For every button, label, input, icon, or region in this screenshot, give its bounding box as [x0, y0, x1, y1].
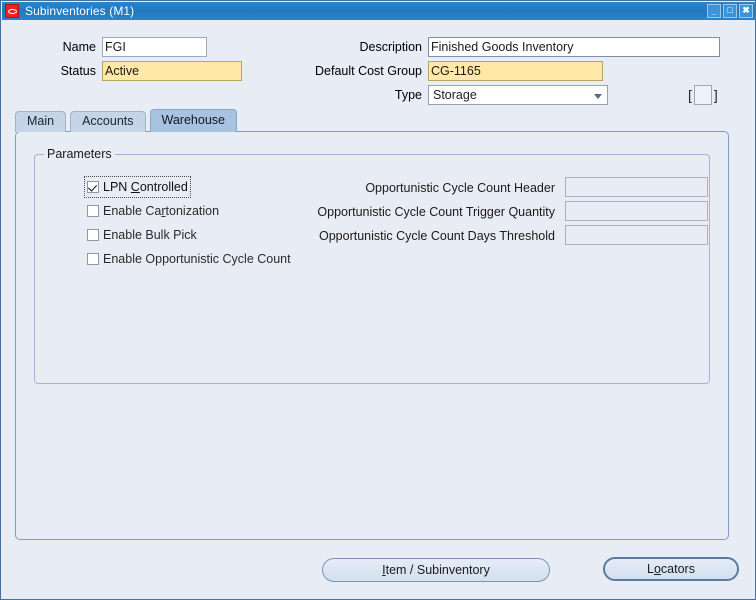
- occ-days-threshold-label: Opportunistic Cycle Count Days Threshold: [319, 229, 555, 243]
- lpn-label-pre: LPN: [103, 180, 131, 194]
- flexfield-open-bracket: [: [688, 87, 692, 103]
- lpn-label-mnemonic: C: [130, 180, 140, 194]
- item-subinventory-button[interactable]: Item / Subinventory: [322, 558, 550, 582]
- descriptive-flexfield[interactable]: [ ]: [688, 85, 718, 105]
- checkbox-enable-opportunistic-cycle-count-box[interactable]: [87, 253, 99, 265]
- checkbox-lpn-controlled-box[interactable]: [87, 181, 99, 193]
- type-label: Type: [394, 88, 422, 102]
- locators-mnemonic: o: [653, 562, 661, 576]
- minimize-button[interactable]: _: [707, 4, 721, 18]
- tab-warehouse[interactable]: Warehouse: [149, 109, 237, 132]
- title-bar[interactable]: Subinventories (M1) _ □ ✖: [2, 2, 755, 20]
- type-dropdown[interactable]: Storage: [428, 85, 608, 105]
- locators-pre: L: [647, 562, 654, 576]
- window-title: Subinventories (M1): [25, 4, 135, 18]
- checkbox-enable-opportunistic-cycle-count-label: Enable Opportunistic Cycle Count: [103, 252, 291, 266]
- checkbox-lpn-controlled-label: LPN Controlled: [103, 180, 188, 194]
- description-input[interactable]: [428, 37, 720, 57]
- subinventories-window: Subinventories (M1) _ □ ✖ Name Status De…: [0, 0, 756, 600]
- checkbox-enable-cartonization[interactable]: Enable Cartonization: [87, 203, 219, 219]
- chevron-down-icon: [592, 89, 605, 102]
- locators-button[interactable]: Locators: [603, 557, 739, 581]
- minimize-icon: _: [711, 6, 717, 16]
- default-cost-group-label: Default Cost Group: [315, 64, 422, 78]
- close-button[interactable]: ✖: [739, 4, 753, 18]
- flexfield-box[interactable]: [693, 85, 712, 105]
- checkbox-enable-bulk-pick-label: Enable Bulk Pick: [103, 228, 197, 242]
- name-input[interactable]: [102, 37, 207, 57]
- flexfield-close-bracket: ]: [713, 87, 718, 103]
- locators-post: cators: [660, 562, 695, 576]
- checkbox-enable-bulk-pick[interactable]: Enable Bulk Pick: [87, 227, 197, 243]
- occ-days-threshold-input[interactable]: [565, 225, 708, 245]
- cartonization-label-pre: Enable Ca: [103, 204, 162, 218]
- checkbox-lpn-controlled[interactable]: LPN Controlled: [84, 176, 191, 198]
- title-bar-buttons: _ □ ✖: [707, 4, 753, 18]
- checkbox-enable-opportunistic-cycle-count[interactable]: Enable Opportunistic Cycle Count: [87, 251, 291, 267]
- occ-header-label: Opportunistic Cycle Count Header: [365, 181, 555, 195]
- oracle-logo-icon: [5, 4, 19, 18]
- item-subinventory-post: tem / Subinventory: [385, 563, 490, 577]
- checkbox-enable-cartonization-label: Enable Cartonization: [103, 204, 219, 218]
- parameters-group: Parameters LPN Controlled Enable Cartoni…: [34, 147, 710, 384]
- tab-bar: Main Accounts Warehouse: [15, 109, 241, 132]
- occ-trigger-quantity-label: Opportunistic Cycle Count Trigger Quanti…: [317, 205, 555, 219]
- tab-main-label: Main: [27, 114, 55, 128]
- tab-warehouse-label: Warehouse: [161, 113, 225, 127]
- occ-header-input[interactable]: [565, 177, 708, 197]
- close-icon: ✖: [742, 5, 750, 15]
- tab-accounts[interactable]: Accounts: [70, 111, 146, 132]
- locators-button-label: Locators: [647, 562, 695, 576]
- cartonization-label-post: tonization: [165, 204, 220, 218]
- maximize-icon: □: [727, 5, 733, 15]
- description-label: Description: [359, 40, 422, 54]
- tab-main[interactable]: Main: [15, 111, 67, 132]
- tab-accounts-label: Accounts: [82, 114, 134, 128]
- maximize-button[interactable]: □: [723, 4, 737, 18]
- parameters-group-legend: Parameters: [44, 147, 115, 161]
- warehouse-tab-panel: Parameters LPN Controlled Enable Cartoni…: [15, 131, 729, 540]
- occ-trigger-quantity-input[interactable]: [565, 201, 708, 221]
- type-dropdown-value: Storage: [433, 88, 477, 102]
- name-label: Name: [62, 40, 96, 54]
- status-input[interactable]: [102, 61, 242, 81]
- lpn-label-post: ontrolled: [139, 180, 188, 194]
- header-form: Name Status Description Default Cost Gro…: [2, 20, 755, 106]
- default-cost-group-input[interactable]: [428, 61, 603, 81]
- item-subinventory-button-label: Item / Subinventory: [382, 563, 490, 577]
- checkbox-enable-cartonization-box[interactable]: [87, 205, 99, 217]
- checkbox-enable-bulk-pick-box[interactable]: [87, 229, 99, 241]
- status-label: Status: [60, 64, 96, 78]
